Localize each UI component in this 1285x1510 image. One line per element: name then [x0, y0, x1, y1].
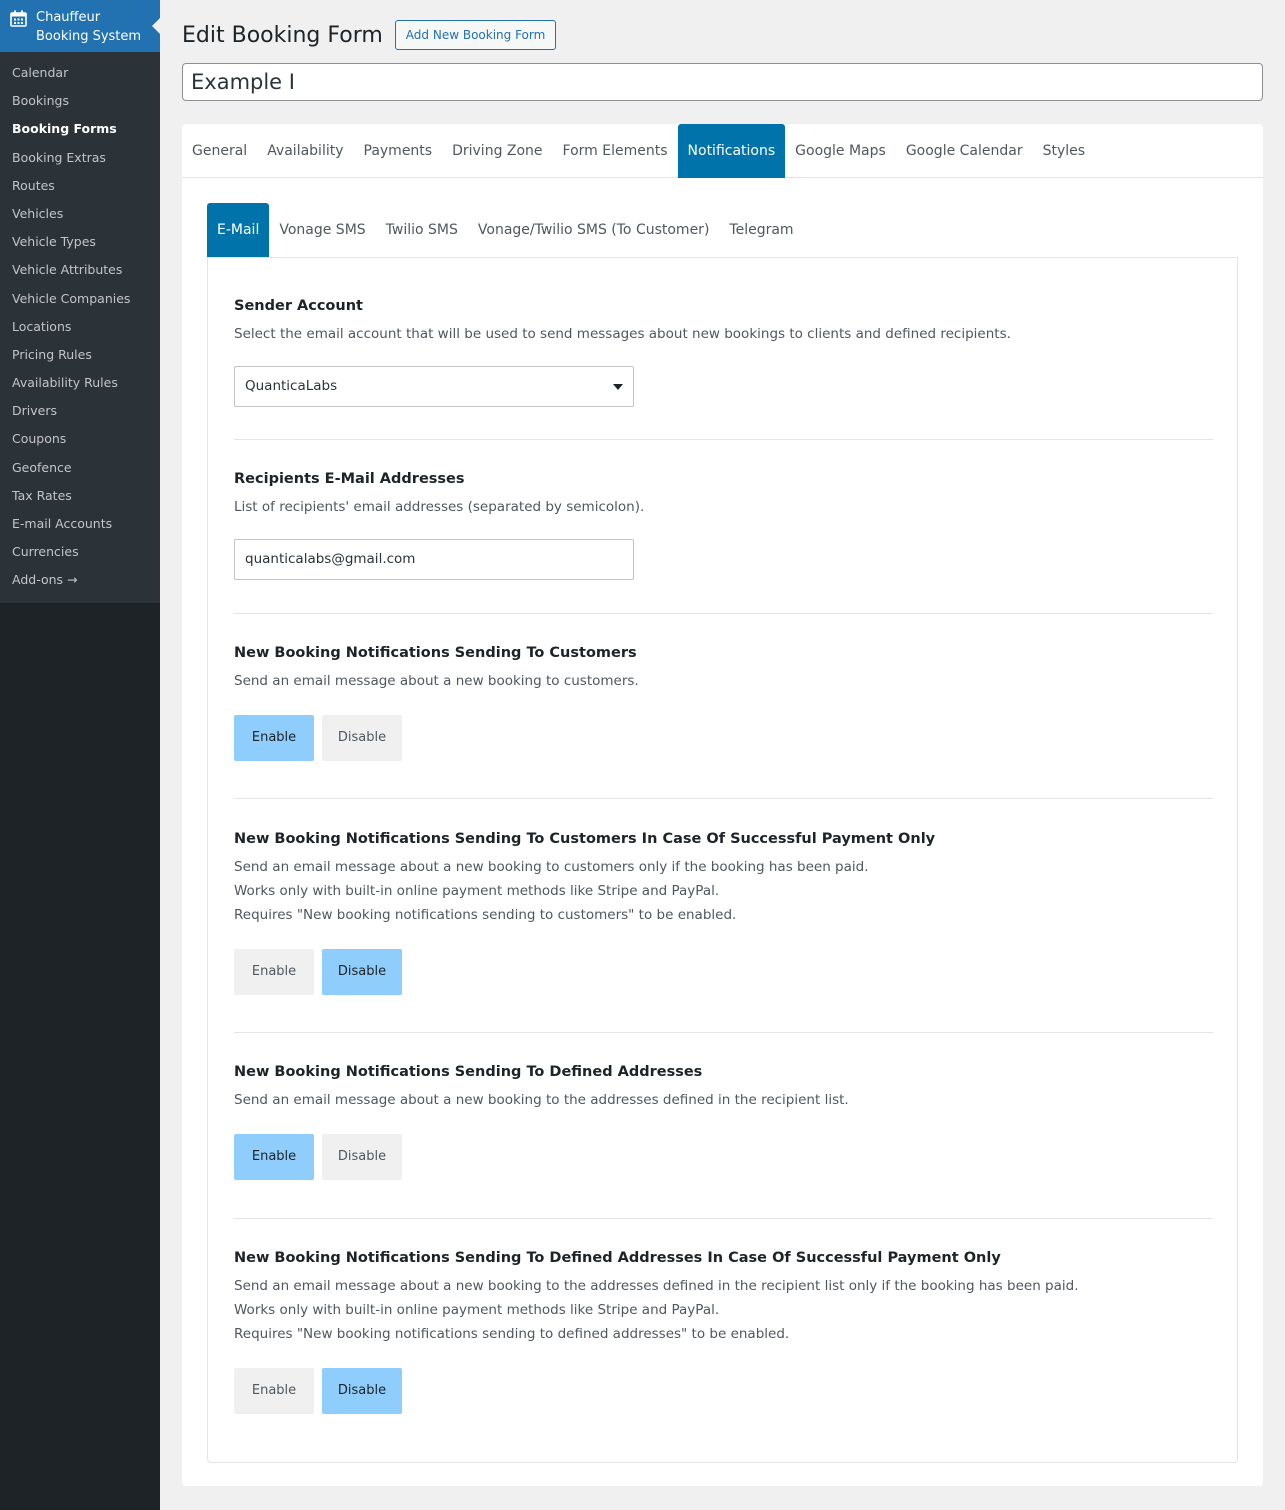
tab-driving-zone[interactable]: Driving Zone — [442, 124, 552, 178]
subtab-vonage-twilio-customer[interactable]: Vonage/Twilio SMS (To Customer) — [468, 203, 720, 257]
toggle-group: Enable Disable — [234, 949, 1213, 995]
chevron-down-icon — [613, 384, 623, 390]
sidebar-item-email-accounts[interactable]: E-mail Accounts — [0, 510, 160, 538]
enable-button[interactable]: Enable — [234, 949, 314, 995]
tab-notifications[interactable]: Notifications — [677, 124, 786, 178]
sidebar-item-booking-forms[interactable]: Booking Forms — [0, 115, 160, 143]
sidebar-item-vehicles[interactable]: Vehicles — [0, 200, 160, 228]
enable-button[interactable]: Enable — [234, 1134, 314, 1180]
tab-styles[interactable]: Styles — [1033, 124, 1095, 178]
section-title: New Booking Notifications Sending To Def… — [234, 1250, 1001, 1266]
tab-general[interactable]: General — [182, 124, 257, 178]
section-title: New Booking Notifications Sending To Cus… — [234, 645, 637, 661]
page-title: Edit Booking Form — [182, 22, 383, 48]
sidebar-item-vehicle-attributes[interactable]: Vehicle Attributes — [0, 256, 160, 284]
sender-account-select[interactable]: QuanticaLabs — [234, 366, 634, 407]
tab-availability[interactable]: Availability — [257, 124, 353, 178]
recipients-section: Recipients E-Mail Addresses List of reci… — [234, 469, 1213, 580]
plugin-title: Chauffeur Booking System — [36, 10, 142, 44]
toggle-group: Enable Disable — [234, 1368, 1213, 1414]
active-menu-arrow — [152, 18, 160, 34]
sidebar-item-drivers[interactable]: Drivers — [0, 397, 160, 425]
sidebar-item-vehicle-types[interactable]: Vehicle Types — [0, 228, 160, 256]
subtab-twilio-sms[interactable]: Twilio SMS — [376, 203, 468, 257]
section-description: Send an email message about a new bookin… — [234, 859, 869, 923]
admin-sidebar: Chauffeur Booking System Calendar Bookin… — [0, 0, 160, 1510]
notification-sub-tabs: E-Mail Vonage SMS Twilio SMS Vonage/Twil… — [207, 203, 804, 257]
section-description: Send an email message about a new bookin… — [234, 673, 639, 689]
sidebar-item-tax-rates[interactable]: Tax Rates — [0, 482, 160, 510]
disable-button[interactable]: Disable — [322, 1134, 402, 1180]
disable-button[interactable]: Disable — [322, 1368, 402, 1414]
tab-form-elements[interactable]: Form Elements — [553, 124, 678, 178]
section-title: Sender Account — [234, 298, 363, 314]
divider — [234, 1032, 1213, 1033]
sidebar-item-pricing-rules[interactable]: Pricing Rules — [0, 341, 160, 369]
toggle-group: Enable Disable — [234, 1134, 1213, 1180]
subtab-telegram[interactable]: Telegram — [719, 203, 803, 257]
customers-notification-section: New Booking Notifications Sending To Cus… — [234, 643, 1213, 761]
section-description: Send an email message about a new bookin… — [234, 1092, 849, 1108]
sidebar-item-coupons[interactable]: Coupons — [0, 425, 160, 453]
sidebar-item-booking-extras[interactable]: Booking Extras — [0, 144, 160, 172]
section-description: Select the email account that will be us… — [234, 326, 1011, 342]
sidebar-item-vehicle-companies[interactable]: Vehicle Companies — [0, 285, 160, 313]
sidebar-item-bookings[interactable]: Bookings — [0, 87, 160, 115]
calendar-icon — [10, 10, 27, 27]
sidebar-item-currencies[interactable]: Currencies — [0, 538, 160, 566]
plugin-menu-header[interactable]: Chauffeur Booking System — [0, 0, 160, 52]
sidebar-item-geofence[interactable]: Geofence — [0, 454, 160, 482]
defined-addresses-notification-section: New Booking Notifications Sending To Def… — [234, 1062, 1213, 1180]
sidebar-item-availability-rules[interactable]: Availability Rules — [0, 369, 160, 397]
disable-button[interactable]: Disable — [322, 715, 402, 761]
add-new-booking-form-button[interactable]: Add New Booking Form — [394, 20, 557, 50]
sidebar-item-routes[interactable]: Routes — [0, 172, 160, 200]
enable-button[interactable]: Enable — [234, 1368, 314, 1414]
tab-google-calendar[interactable]: Google Calendar — [896, 124, 1033, 178]
divider — [234, 798, 1213, 799]
section-title: New Booking Notifications Sending To Def… — [234, 1064, 703, 1080]
divider — [234, 1218, 1213, 1219]
tab-payments[interactable]: Payments — [354, 124, 443, 178]
section-description: Send an email message about a new bookin… — [234, 1278, 1079, 1342]
disable-button[interactable]: Disable — [322, 949, 402, 995]
subtab-email[interactable]: E-Mail — [207, 203, 270, 257]
selected-value: QuanticaLabs — [245, 378, 338, 394]
subtab-vonage-sms[interactable]: Vonage SMS — [269, 203, 375, 257]
sidebar-item-add-ons[interactable]: Add-ons → — [0, 566, 160, 594]
recipients-email-input[interactable]: quanticalabs@gmail.com — [234, 539, 634, 580]
toggle-group: Enable Disable — [234, 715, 1213, 761]
sidebar-item-locations[interactable]: Locations — [0, 313, 160, 341]
email-settings-panel: Sender Account Select the email account … — [207, 257, 1238, 1463]
divider — [234, 613, 1213, 614]
section-description: List of recipients' email addresses (sep… — [234, 499, 645, 515]
plugin-submenu: Calendar Bookings Booking Forms Booking … — [0, 52, 160, 603]
page-header: Edit Booking Form Add New Booking Form — [182, 20, 557, 50]
section-title: New Booking Notifications Sending To Cus… — [234, 831, 936, 847]
divider — [234, 439, 1213, 440]
customers-paid-notification-section: New Booking Notifications Sending To Cus… — [234, 829, 1213, 995]
sender-account-section: Sender Account Select the email account … — [234, 296, 1213, 407]
tab-google-maps[interactable]: Google Maps — [785, 124, 896, 178]
enable-button[interactable]: Enable — [234, 715, 314, 761]
main-tabs: General Availability Payments Driving Zo… — [182, 124, 1263, 178]
form-name-input[interactable]: Example I — [182, 63, 1263, 101]
sidebar-item-calendar[interactable]: Calendar — [0, 59, 160, 87]
section-title: Recipients E-Mail Addresses — [234, 471, 465, 487]
settings-card: General Availability Payments Driving Zo… — [182, 124, 1263, 1486]
defined-addresses-paid-notification-section: New Booking Notifications Sending To Def… — [234, 1248, 1213, 1414]
